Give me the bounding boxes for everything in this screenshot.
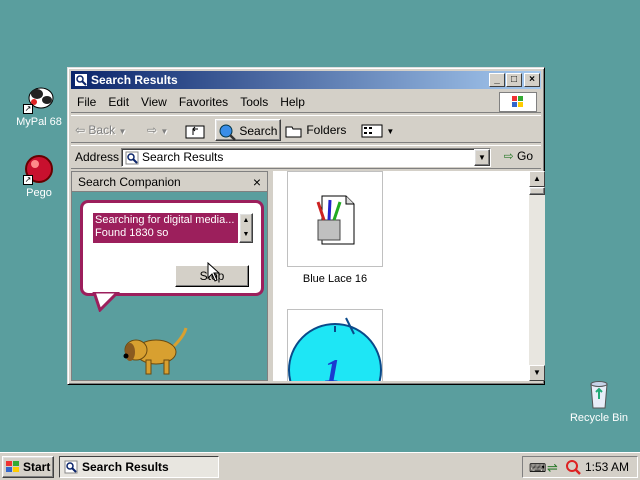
mypal-icon: ↗ [23, 82, 55, 114]
results-scrollbar[interactable]: ▲ ▼ [529, 171, 545, 381]
start-button[interactable]: Start [2, 456, 54, 478]
menu-view[interactable]: View [135, 91, 173, 113]
scroll-down-button[interactable]: ▼ [529, 365, 545, 381]
taskbar-item-label: Search Results [82, 460, 169, 474]
back-label: Back [88, 123, 116, 137]
folders-button[interactable]: Folders [285, 119, 346, 141]
desktop-icon-label: Recycle Bin [569, 412, 629, 424]
forward-button[interactable]: ⇨ ▼ [147, 119, 168, 141]
pego-icon: ↗ [23, 153, 55, 185]
address-dropdown-button[interactable]: ▼ [474, 149, 490, 166]
system-tray: ⌨ ⇌ 1:53 AM [522, 456, 638, 478]
menu-edit[interactable]: Edit [102, 91, 135, 113]
search-folder-icon [125, 151, 139, 165]
windows-logo-icon [499, 92, 537, 112]
search-folder-icon [64, 460, 78, 474]
close-pane-icon[interactable]: × [253, 172, 261, 192]
window-title: Search Results [91, 73, 178, 87]
go-arrow-icon: ⇨ [503, 149, 514, 163]
views-icon [361, 124, 383, 138]
desktop-icon-label: Pego [26, 187, 52, 199]
address-bar: Address Search Results ▼ ⇨ Go [71, 145, 541, 169]
search-button[interactable]: Search [215, 119, 281, 141]
close-button[interactable]: × [524, 73, 540, 87]
back-arrow-icon: ⇦ [75, 123, 86, 137]
chevron-down-icon: ▼ [386, 127, 395, 136]
desktop-icon-mypal[interactable]: ↗ MyPal 68 [4, 82, 74, 128]
back-button[interactable]: ⇦ Back ▼ [75, 119, 126, 141]
search-dog-icon[interactable] [112, 322, 192, 377]
clock[interactable]: 1:53 AM [585, 457, 629, 477]
menu-bar: File Edit View Favorites Tools Help [71, 91, 541, 113]
minimize-button[interactable]: _ [489, 73, 505, 87]
start-label: Start [23, 460, 51, 474]
status-scrollbar[interactable]: ▲ ▼ [239, 213, 253, 243]
up-folder-icon [185, 125, 205, 139]
search-icon [219, 124, 236, 141]
desktop-icon-label: MyPal 68 [16, 116, 62, 128]
result-item-label: Blue Lace 16 [302, 273, 368, 285]
up-folder-button[interactable] [185, 119, 205, 141]
mouse-cursor-icon [207, 262, 221, 282]
result-item[interactable]: Blue Lace 16 [287, 171, 383, 285]
scroll-thumb[interactable] [529, 187, 545, 195]
address-label: Address [75, 150, 120, 164]
folders-label: Folders [306, 123, 347, 137]
taskbar: Start Search Results ⌨ ⇌ 1:53 AM [0, 452, 640, 480]
taskbar-item-search-results[interactable]: Search Results [59, 456, 219, 478]
svg-text:1: 1 [324, 353, 341, 381]
address-value: Search Results [142, 150, 224, 164]
search-companion-header: Search Companion × [72, 172, 267, 192]
search-results-pane: Blue Lace 16 1 [273, 171, 529, 381]
search-label: Search [239, 124, 278, 138]
title-bar[interactable]: Search Results _ □ × [71, 71, 541, 89]
menu-help[interactable]: Help [274, 91, 311, 113]
search-companion-title: Search Companion [78, 175, 181, 189]
scroll-up-button[interactable]: ▲ [529, 171, 545, 187]
result-item[interactable]: 1 [287, 309, 383, 381]
menu-favorites[interactable]: Favorites [173, 91, 234, 113]
network-icon[interactable]: ⇌ [547, 460, 558, 476]
status-balloon: Searching for digital media... Found 183… [80, 200, 264, 296]
menu-file[interactable]: File [71, 91, 102, 113]
chevron-down-icon: ▼ [118, 127, 127, 136]
recycle-bin-icon [583, 378, 615, 410]
standard-toolbar: ⇦ Back ▼ ⇨ ▼ Search Folders ▼ [71, 115, 541, 143]
search-folder-icon [74, 73, 88, 87]
views-button[interactable]: ▼ [361, 119, 394, 141]
menu-tools[interactable]: Tools [234, 91, 274, 113]
search-tray-icon[interactable] [565, 459, 581, 478]
search-companion-pane: Search Companion × Searching for digital… [71, 171, 268, 381]
chevron-down-icon: ▼ [160, 127, 169, 136]
desktop-icon-pego[interactable]: ↗ Pego [4, 153, 74, 199]
go-label: Go [516, 149, 533, 163]
paint-file-icon [287, 171, 383, 267]
forward-arrow-icon: ⇨ [147, 123, 158, 137]
windows-flag-icon [6, 461, 19, 472]
folders-icon [285, 126, 302, 138]
balloon-tail-icon [92, 292, 121, 312]
go-button[interactable]: ⇨ Go [504, 149, 533, 163]
maximize-button[interactable]: □ [506, 73, 522, 87]
address-field[interactable]: Search Results ▼ [121, 148, 491, 167]
clock-thumbnail-icon: 1 [287, 309, 383, 381]
search-results-window[interactable]: Search Results _ □ × File Edit View Favorit… [67, 67, 545, 385]
search-status-text: Searching for digital media... Found 183… [93, 213, 238, 243]
desktop-icon-recycle-bin[interactable]: Recycle Bin [564, 378, 634, 424]
keyboard-icon[interactable]: ⌨ [529, 461, 546, 475]
